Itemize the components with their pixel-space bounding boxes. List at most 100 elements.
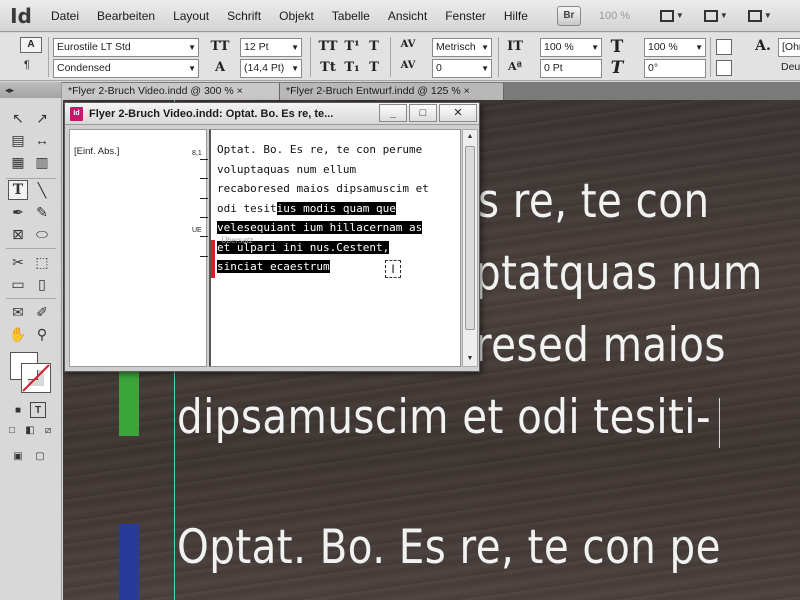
story-scrollbar[interactable]: ▲ ▼ <box>462 129 478 367</box>
scroll-down-icon[interactable]: ▼ <box>463 352 477 366</box>
strikethrough-button[interactable]: T <box>364 60 384 75</box>
font-size-value: 12 Pt <box>244 41 269 53</box>
tab-flyer-video[interactable]: *Flyer 2-Bruch Video.indd @ 300 % × <box>62 83 280 100</box>
type-tool[interactable]: T <box>8 180 28 200</box>
menu-bearbeiten[interactable]: Bearbeiten <box>88 0 164 32</box>
close-icon[interactable]: × <box>237 85 243 97</box>
preview-button[interactable]: ▢ <box>32 448 48 464</box>
apply-gradient-button[interactable]: ◧ <box>22 422 38 438</box>
selection-tool[interactable]: ↖ <box>8 108 28 128</box>
canvas-text-line[interactable]: resed maios <box>475 318 726 373</box>
arrange-icon <box>747 9 762 22</box>
font-style-value: Condensed <box>57 62 111 74</box>
eyedropper-tool[interactable]: ✐ <box>32 302 52 322</box>
all-caps-button[interactable]: TT <box>318 39 338 54</box>
baseline-shift-field[interactable]: 0 Pt <box>540 59 602 78</box>
scissors-tool[interactable]: ✂ <box>8 252 28 272</box>
note-tool[interactable]: ✉ <box>8 302 28 322</box>
normal-view-button[interactable]: ▣ <box>10 448 26 464</box>
content-collector-tool[interactable]: ▦ <box>8 152 28 172</box>
tracking-field[interactable]: 0 ▼ <box>432 59 492 78</box>
chevron-down-icon: ▼ <box>188 64 196 73</box>
leading-field[interactable]: (14,4 Pt) ▼ <box>240 59 302 78</box>
menu-ansicht[interactable]: Ansicht <box>379 0 436 32</box>
content-placer-tool[interactable]: ▥ <box>32 152 52 172</box>
stroke-swatch[interactable] <box>716 60 732 76</box>
style-column: [Einf. Abs.] 8,1 UE <box>69 129 208 368</box>
view-options-button[interactable]: ▼ <box>655 6 689 26</box>
underline-button[interactable]: T <box>364 39 384 54</box>
pen-tool[interactable]: ✒ <box>8 202 28 222</box>
line-tool[interactable]: ╲ <box>32 180 52 200</box>
fill-stroke-widget[interactable] <box>8 350 54 396</box>
ruler-label: UE <box>192 227 202 234</box>
ruler-tick <box>200 256 208 257</box>
page-tool[interactable]: ▤ <box>8 130 28 150</box>
scroll-thumb[interactable] <box>465 146 475 330</box>
pencil-tool[interactable]: ✎ <box>32 202 52 222</box>
tools-panel-header[interactable]: ◂▸ <box>0 82 61 98</box>
scroll-up-icon[interactable]: ▲ <box>463 130 477 144</box>
rectangle-frame-tool[interactable]: ⊠ <box>8 224 28 244</box>
menu-objekt[interactable]: Objekt <box>270 0 323 32</box>
fill-swatch[interactable] <box>716 39 732 55</box>
skew-field[interactable]: 0° <box>644 59 706 78</box>
superscript-button[interactable]: T¹ <box>342 39 362 54</box>
formatting-container-button[interactable]: ■ <box>10 402 26 418</box>
gradient-feather-tool[interactable]: ▯ <box>32 274 52 294</box>
screen-mode-icon <box>703 9 718 22</box>
free-transform-tool[interactable]: ⬚ <box>32 252 52 272</box>
language-field[interactable]: Deuts <box>778 59 800 78</box>
story-editor-title: Flyer 2-Bruch Video.indd: Optat. Bo. Es … <box>89 108 334 120</box>
story-line: voluptaquas num ellum <box>217 162 357 176</box>
zoom-tool[interactable]: ⚲ <box>32 324 52 344</box>
tab-flyer-entwurf[interactable]: *Flyer 2-Bruch Entwurf.indd @ 125 % × <box>280 83 504 100</box>
minimize-button[interactable]: _ <box>379 104 407 122</box>
small-caps-button[interactable]: Tt <box>318 60 338 75</box>
chevron-down-icon: ▼ <box>763 11 772 20</box>
character-style-field[interactable]: [Ohn <box>778 38 800 57</box>
font-size-field[interactable]: 12 Pt ▼ <box>240 38 302 57</box>
gradient-swatch-tool[interactable]: ▭ <box>8 274 28 294</box>
direct-selection-tool[interactable]: ↗ <box>32 108 52 128</box>
paragraph-mode-button[interactable]: ¶ <box>24 59 30 71</box>
canvas-text-line[interactable]: ptatquas num <box>475 246 763 301</box>
depth-ruler: 8,1 UE <box>182 150 208 368</box>
story-text-area[interactable]: Optat. Bo. Es re, te con perume voluptaq… <box>209 129 461 367</box>
vertical-scale-field[interactable]: 100 % ▼ <box>540 38 602 57</box>
menu-fenster[interactable]: Fenster <box>436 0 495 32</box>
arrange-documents-button[interactable]: ▼ <box>743 6 777 26</box>
formatting-text-button[interactable]: T <box>30 402 46 418</box>
story-editor-titlebar[interactable]: Id Flyer 2-Bruch Video.indd: Optat. Bo. … <box>65 103 479 125</box>
kerning-field[interactable]: Metrisch ▼ <box>432 38 492 57</box>
menu-datei[interactable]: Datei <box>42 0 88 32</box>
menu-layout[interactable]: Layout <box>164 0 218 32</box>
hand-tool[interactable]: ✋ <box>8 324 28 344</box>
i-beam-cursor-icon: I <box>385 260 401 278</box>
maximize-button[interactable]: □ <box>409 104 437 122</box>
close-icon[interactable]: × <box>464 85 470 97</box>
close-button[interactable]: ✕ <box>439 104 477 122</box>
zoom-level[interactable]: 100 % <box>599 10 645 22</box>
ellipse-tool[interactable]: ⬭ <box>32 224 52 244</box>
subscript-button[interactable]: T₁ <box>342 60 362 75</box>
canvas-text-line[interactable]: s re, te con <box>478 174 710 229</box>
font-family-field[interactable]: Eurostile LT Std ▼ <box>53 38 199 57</box>
gap-tool[interactable]: ↔ <box>32 130 52 150</box>
menu-schrift[interactable]: Schrift <box>218 0 270 32</box>
story-text[interactable]: Optat. Bo. Es re, te con perume voluptaq… <box>217 140 457 277</box>
frame-icon <box>659 9 674 22</box>
screen-mode-button[interactable]: ▼ <box>699 6 733 26</box>
character-mode-button[interactable]: A <box>20 37 42 53</box>
separator <box>6 178 56 179</box>
canvas-text-line[interactable]: Optat. Bo. Es re, te con pe <box>177 520 721 575</box>
bridge-button[interactable]: Br <box>556 5 581 26</box>
horizontal-scale-field[interactable]: 100 % ▼ <box>644 38 706 57</box>
overset-indicator <box>211 240 215 278</box>
canvas-text-line[interactable]: dipsamuscim et odi tesiti- <box>177 390 711 445</box>
apply-none-button[interactable]: ⧄ <box>40 422 56 438</box>
menu-tabelle[interactable]: Tabelle <box>323 0 379 32</box>
menu-hilfe[interactable]: Hilfe <box>495 0 537 32</box>
font-style-field[interactable]: Condensed ▼ <box>53 59 199 78</box>
apply-color-button[interactable]: □ <box>4 422 20 438</box>
